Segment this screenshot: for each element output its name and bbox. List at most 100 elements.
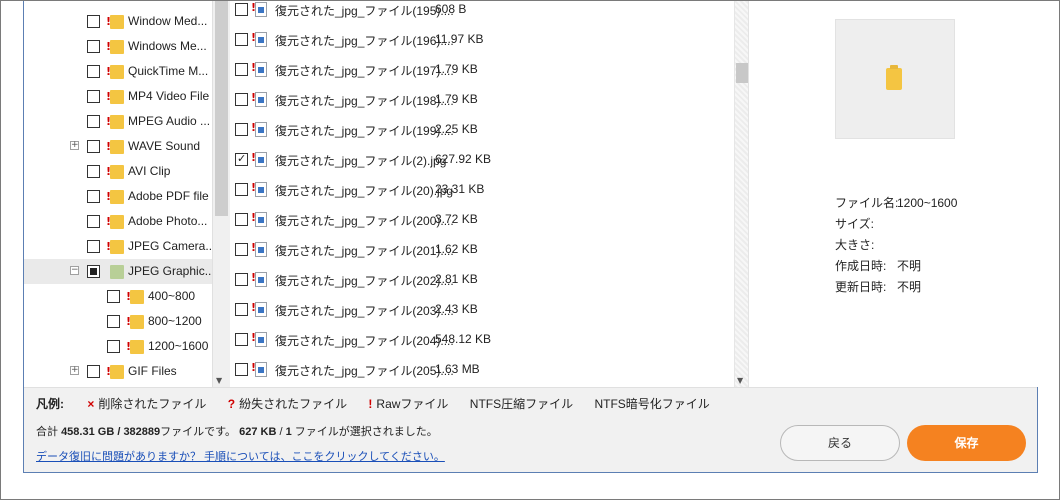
- image-file-icon: [255, 212, 267, 227]
- info-row: 大きさ:: [835, 236, 957, 257]
- tree-item[interactable]: ! Window Med...: [24, 9, 212, 34]
- tree-item-checkbox[interactable]: [87, 215, 100, 228]
- save-button[interactable]: 保存: [907, 425, 1026, 461]
- tree-item[interactable]: +! WAVE Sound: [24, 134, 212, 159]
- tree-item-checkbox[interactable]: [87, 265, 100, 278]
- tree-item-checkbox[interactable]: [107, 290, 120, 303]
- tree-item-checkbox[interactable]: [107, 340, 120, 353]
- file-name: 復元された_jpg_ファイル(202)....: [275, 274, 454, 288]
- file-checkbox[interactable]: [235, 303, 248, 316]
- file-checkbox[interactable]: [235, 63, 248, 76]
- tree-item[interactable]: ! 1200~1600: [24, 334, 212, 359]
- tree-item-checkbox[interactable]: [87, 140, 100, 153]
- tree-item-label: Windows Me...: [128, 39, 207, 53]
- file-checkbox[interactable]: [235, 33, 248, 46]
- file-row[interactable]: ! 復元された_jpg_ファイル(205).... 1.63 MB: [230, 355, 734, 385]
- tree-item-label: Adobe Photo...: [128, 214, 208, 228]
- legend-deleted-label: 削除されたファイル: [98, 397, 207, 411]
- raw-mark-icon: !: [251, 271, 257, 284]
- tree-item[interactable]: ! AVI Clip: [24, 159, 212, 184]
- summary-sel-sep: /: [276, 426, 286, 438]
- folder-icon: !: [106, 163, 124, 179]
- tree-item-checkbox[interactable]: [107, 315, 120, 328]
- file-name: 復元された_jpg_ファイル(205)....: [275, 364, 454, 378]
- raw-mark-icon: !: [106, 365, 112, 378]
- file-row[interactable]: ! 復元された_jpg_ファイル(200).... 3.72 KB: [230, 205, 734, 235]
- tree-item-checkbox[interactable]: [87, 65, 100, 78]
- tree-item[interactable]: ! MPEG Audio ...: [24, 109, 212, 134]
- tree-item[interactable]: ! Windows Me...: [24, 34, 212, 59]
- tree-item-checkbox[interactable]: [87, 190, 100, 203]
- tree-item[interactable]: ! Adobe Photo...: [24, 209, 212, 234]
- file-row[interactable]: ! 復元された_jpg_ファイル(199).... 2.25 KB: [230, 115, 734, 145]
- file-checkbox[interactable]: [235, 333, 248, 346]
- file-size: 23.31 KB: [435, 182, 485, 196]
- expand-icon[interactable]: +: [70, 366, 79, 375]
- file-row[interactable]: ! 復元された_jpg_ファイル(204).... 548.12 KB: [230, 325, 734, 355]
- tree-item-checkbox[interactable]: [87, 90, 100, 103]
- file-size: 1.63 MB: [435, 362, 480, 376]
- file-name: 復元された_jpg_ファイル(201)....: [275, 244, 454, 258]
- tree-item[interactable]: ! 400~800: [24, 284, 212, 309]
- collapse-icon[interactable]: −: [70, 266, 79, 275]
- legend-lost-label: 紛失されたファイル: [239, 397, 348, 411]
- file-size: 627.92 KB: [435, 152, 492, 166]
- file-checkbox[interactable]: [235, 273, 248, 286]
- tree-item[interactable]: +! GIF Files: [24, 359, 212, 384]
- raw-mark-icon: !: [251, 331, 257, 344]
- file-row[interactable]: ! 復元された_jpg_ファイル(20).jpg 23.31 KB: [230, 175, 734, 205]
- help-link[interactable]: データ復旧に問題がありますか？ 手順については、ここをクリックしてください。: [36, 448, 445, 464]
- file-checkbox[interactable]: [235, 183, 248, 196]
- file-row[interactable]: ! 復元された_jpg_ファイル(201).... 1.62 KB: [230, 235, 734, 265]
- file-row[interactable]: ! 復元された_jpg_ファイル(198).... 1.79 KB: [230, 85, 734, 115]
- tree-item-checkbox[interactable]: [87, 15, 100, 28]
- info-value: 不明: [897, 280, 922, 294]
- file-size: 548.12 KB: [435, 332, 492, 346]
- tree-item[interactable]: ! QuickTime M...: [24, 59, 212, 84]
- file-checkbox[interactable]: [235, 93, 248, 106]
- file-checkbox[interactable]: [235, 3, 248, 16]
- file-checkbox[interactable]: [235, 152, 248, 166]
- tree-scrollbar[interactable]: ▼: [212, 1, 229, 387]
- tree-item-checkbox[interactable]: [87, 240, 100, 253]
- tree-item[interactable]: ! JPEG Camera...: [24, 234, 215, 259]
- back-button[interactable]: 戻る: [780, 425, 900, 461]
- image-file-icon: [255, 2, 267, 17]
- file-row[interactable]: ! 復元された_jpg_ファイル(2).jpg627.92 KB: [230, 145, 734, 175]
- file-checkbox[interactable]: [235, 243, 248, 256]
- file-checkbox[interactable]: [235, 123, 248, 136]
- tree-item[interactable]: ! MP4 Video File: [24, 84, 212, 109]
- tree-item-checkbox[interactable]: [87, 365, 100, 378]
- tree-item-label: 400~800: [148, 289, 196, 303]
- file-row[interactable]: ! 復元された_jpg_ファイル(202).... 2.81 KB: [230, 265, 734, 295]
- tree-item[interactable]: ! Adobe PDF file: [24, 184, 212, 209]
- raw-mark-icon: !: [251, 121, 257, 134]
- raw-mark-icon: !: [106, 65, 112, 78]
- recovery-panel: ! Window Med...! Windows Me...! QuickTime M…: [23, 1, 1038, 473]
- scroll-down-arrow-icon[interactable]: ▼: [737, 376, 743, 385]
- image-file-icon: [255, 122, 267, 137]
- raw-mark-icon: !: [126, 315, 132, 328]
- file-row[interactable]: ! 復元された_jpg_ファイル(196).... 11.97 KB: [230, 25, 734, 55]
- file-row[interactable]: ! 復元された_jpg_ファイル(203).... 2.43 KB: [230, 295, 734, 325]
- tree-item-checkbox[interactable]: [87, 165, 100, 178]
- tree-item-checkbox[interactable]: [87, 115, 100, 128]
- file-size: 11.97 KB: [435, 32, 484, 46]
- list-scrollbar-thumb[interactable]: [736, 63, 748, 83]
- tree-item-label: QuickTime M...: [128, 64, 209, 78]
- folder-icon: [886, 65, 902, 90]
- tree-item[interactable]: ! 800~1200: [24, 309, 212, 334]
- tree-scrollbar-thumb[interactable]: [215, 1, 228, 216]
- file-checkbox[interactable]: [235, 363, 248, 376]
- tree-item[interactable]: − JPEG Graphic...: [24, 259, 215, 284]
- file-row[interactable]: ! 復元された_jpg_ファイル(195).... 608 B: [230, 1, 734, 25]
- file-row[interactable]: ! 復元された_jpg_ファイル(197).... 1.79 KB: [230, 55, 734, 85]
- list-scrollbar[interactable]: ▼: [734, 1, 748, 387]
- info-row: 更新日時: 不明: [835, 278, 957, 299]
- folder-icon: !: [106, 113, 124, 129]
- file-checkbox[interactable]: [235, 213, 248, 226]
- file-info: ファイル名:1200~1600 サイズ: 大きさ: 作成日時: 不明 更新日時: 不明: [835, 194, 957, 299]
- scroll-down-arrow-icon[interactable]: ▼: [216, 376, 222, 385]
- expand-icon[interactable]: +: [70, 141, 79, 150]
- tree-item-checkbox[interactable]: [87, 40, 100, 53]
